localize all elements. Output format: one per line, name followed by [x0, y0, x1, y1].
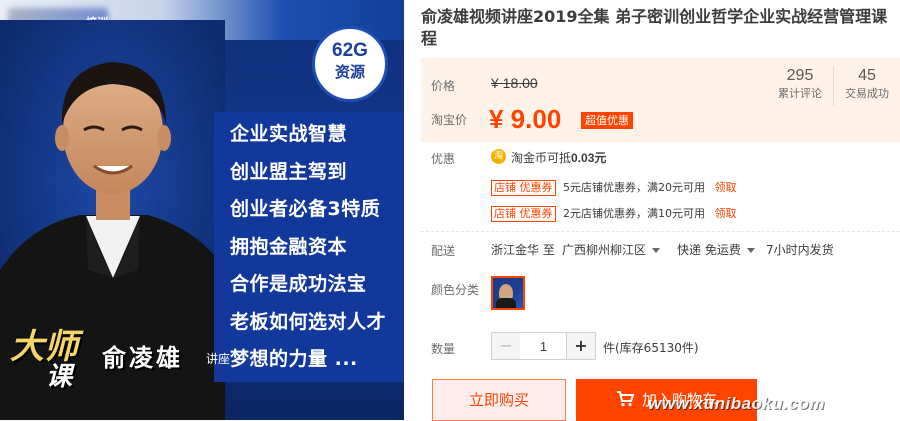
feature-item: 梦想的力量 ...	[230, 348, 358, 370]
feature-item: 老板如何选对人才	[230, 310, 387, 333]
original-price: ¥ 18.00	[491, 75, 538, 91]
coupon-description: 2元店铺优惠券，满10元可用	[563, 207, 705, 220]
quantity-label: 数量	[431, 342, 456, 356]
quantity-decrement-button[interactable]: −	[491, 332, 521, 360]
chevron-down-icon	[746, 248, 755, 253]
quantity-increment-button[interactable]: +	[566, 332, 596, 360]
coupon-description: 5元店铺优惠券，满20元可用	[563, 181, 705, 194]
site-watermark: www.xunibaoku.com	[648, 394, 825, 413]
claim-coupon-link[interactable]: 领取	[715, 205, 737, 221]
coupon-tag: 店铺 优惠券	[491, 206, 556, 222]
coupon-tag: 店铺 优惠券	[491, 180, 556, 196]
stat-divider	[833, 66, 834, 106]
shipping-method-text: 快递 免运费	[677, 243, 741, 257]
price-label: 价格	[431, 79, 456, 93]
product-title: 俞凌雄视频讲座2019全集 弟子密训创业哲学企业实战经营管理课程	[421, 7, 888, 48]
stock-info: 件(库存65130件)	[603, 341, 699, 355]
badge-label: 资源	[334, 63, 365, 81]
coin-discount-amount: 0.03元	[571, 151, 607, 165]
sales-count-stat[interactable]: 45 交易成功	[835, 66, 899, 102]
ship-origin: 浙江金华 至	[491, 243, 555, 257]
price-panel: 价格 ¥ 18.00 淘宝价 ¥ 9.00 超值优惠 295 累计评论 45 交…	[421, 58, 900, 142]
current-price: ¥ 9.00	[489, 104, 562, 134]
destination-text: 广西柳州柳江区	[562, 243, 647, 257]
product-main-image[interactable]: 培训 62G	[0, 0, 404, 420]
feature-item: 拥抱金融资本	[230, 235, 348, 258]
lecture-tag: 讲座	[206, 352, 231, 366]
coupon-row: 店铺 优惠券 5元店铺优惠券，满20元可用 领取	[491, 179, 737, 197]
variant-label: 颜色分类	[431, 283, 480, 297]
variant-swatch-selected[interactable]	[491, 276, 525, 310]
badge-size: 62G	[332, 40, 368, 61]
sales-count-label: 交易成功	[845, 87, 889, 100]
review-count-label: 累计评论	[778, 87, 822, 100]
claim-coupon-link[interactable]: 领取	[715, 179, 737, 195]
taobao-coin-icon: 淘	[491, 149, 506, 164]
dispatch-time: 7小时内发货	[766, 243, 834, 257]
review-count-stat[interactable]: 295 累计评论	[767, 66, 833, 102]
speaker-signature: 大师 课 俞凌雄 讲座	[10, 330, 230, 392]
cart-icon	[616, 391, 634, 407]
feature-item: 创业者必备3特质	[230, 198, 381, 220]
promo-tag: 超值优惠	[581, 112, 633, 129]
buy-now-button[interactable]: 立即购买	[432, 379, 566, 421]
promo-price-label: 淘宝价	[431, 113, 468, 127]
feature-item: 企业实战智慧	[230, 123, 348, 145]
coin-discount-text: 淘金币可抵0.03元	[511, 149, 606, 166]
destination-select[interactable]: 广西柳州柳江区	[562, 241, 661, 258]
signature-course: 课	[46, 362, 73, 392]
feature-item: 合作是成功法宝	[230, 273, 367, 295]
feature-list: 企业实战智慧 创业盟主驾到 创业者必备3特质 拥抱金融资本 合作是成功法宝 老板…	[214, 112, 404, 382]
coupon-row: 店铺 优惠券 2元店铺优惠券，满10元可用 领取	[491, 205, 737, 223]
capacity-badge: 62G 资源	[312, 26, 388, 102]
section-divider	[421, 231, 900, 232]
shipping-label: 配送	[431, 244, 456, 258]
quantity-input[interactable]	[520, 332, 567, 360]
shipping-method-select[interactable]: 快递 免运费	[677, 241, 755, 258]
coin-discount-prefix: 淘金币可抵	[511, 151, 572, 165]
review-count: 295	[786, 67, 814, 84]
feature-item: 创业盟主驾到	[230, 160, 348, 183]
speaker-name: 俞凌雄	[102, 344, 183, 372]
sales-count: 45	[858, 67, 876, 84]
swatch-thumbnail-body	[496, 298, 516, 308]
chevron-down-icon	[652, 248, 661, 253]
discount-label: 优惠	[431, 152, 456, 166]
